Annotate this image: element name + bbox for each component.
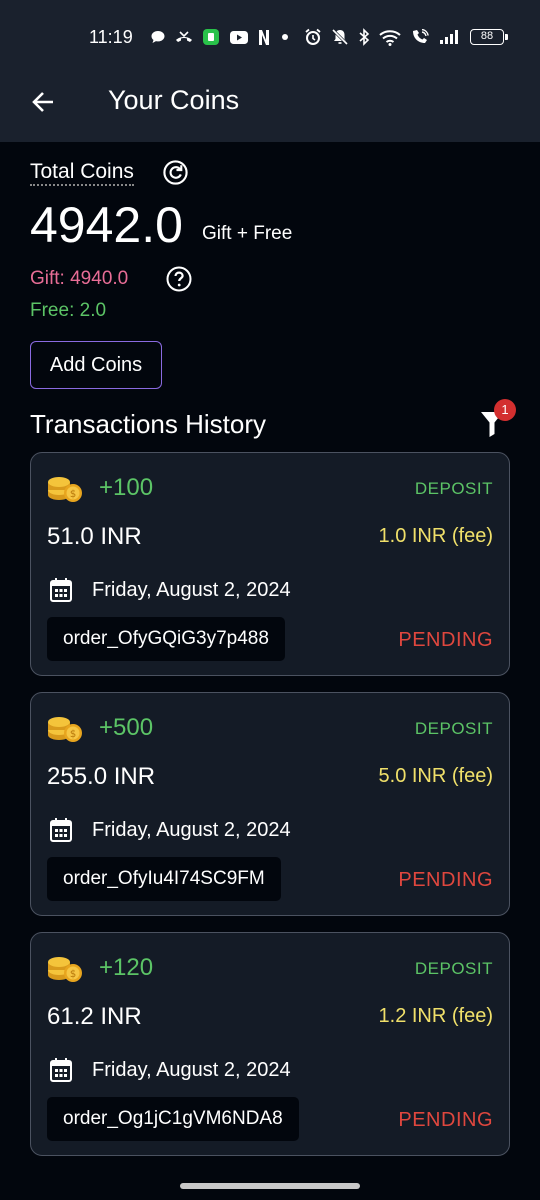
svg-text:$: $ — [70, 729, 76, 740]
fee-amount: 1.0 INR (fee) — [378, 525, 493, 547]
inr-amount: 51.0 INR — [47, 523, 142, 550]
gift-coins: Gift: 4940.0 — [30, 268, 129, 289]
bluetooth-icon — [359, 28, 370, 46]
youtube-icon — [230, 30, 248, 44]
fee-amount: 5.0 INR (fee) — [378, 765, 493, 787]
transaction-card[interactable]: $ +100 DEPOSIT 51.0 INR 1.0 INR (fee) Fr… — [30, 452, 510, 676]
add-coins-button[interactable]: Add Coins — [30, 341, 162, 389]
order-id: order_OfyIu4I74SC9FM — [47, 857, 281, 901]
transaction-date: Friday, August 2, 2024 — [92, 1059, 291, 1081]
page-title: Your Coins — [108, 85, 240, 115]
app-bar: Your Coins — [0, 72, 540, 142]
transaction-card[interactable]: $ +120 DEPOSIT 61.2 INR 1.2 INR (fee) Fr… — [30, 932, 510, 1156]
inr-amount: 255.0 INR — [47, 763, 156, 790]
coin-amount: +100 — [99, 474, 154, 501]
transaction-type: DEPOSIT — [414, 959, 493, 978]
coin-amount: +120 — [99, 954, 154, 981]
transaction-card[interactable]: $ +500 DEPOSIT 255.0 INR 5.0 INR (fee) F… — [30, 692, 510, 916]
alarm-icon — [305, 28, 321, 45]
mute-icon — [331, 28, 349, 46]
coins-icon: $ — [48, 717, 82, 742]
status-notification-icons — [150, 24, 291, 50]
order-id: order_Og1jC1gVM6NDA8 — [47, 1097, 299, 1141]
coins-icon: $ — [48, 477, 82, 502]
transaction-date: Friday, August 2, 2024 — [92, 579, 291, 601]
arrow-left-icon — [32, 92, 53, 112]
chat-bubble-icon — [151, 31, 165, 43]
coin-amount: +500 — [99, 714, 154, 741]
netflix-icon — [259, 29, 269, 45]
back-button[interactable] — [26, 85, 60, 119]
inr-amount: 61.2 INR — [47, 1003, 142, 1030]
filter-count-badge: 1 — [494, 399, 516, 421]
refresh-icon[interactable] — [162, 159, 189, 186]
wifi-icon — [379, 29, 401, 46]
status-time: 11:19 — [89, 27, 133, 47]
order-id: order_OfyGQiG3y7p488 — [47, 617, 285, 661]
status-badge: PENDING — [398, 869, 493, 891]
svg-text:$: $ — [70, 489, 76, 500]
total-coins-suffix: Gift + Free — [202, 223, 293, 244]
calendar-icon — [50, 818, 72, 842]
wifi-calling-icon — [413, 28, 429, 43]
status-bar: 11:19 88 — [0, 0, 540, 72]
battery-icon: 88 — [470, 29, 508, 45]
total-coins-label: Total Coins — [30, 160, 134, 186]
status-system-icons: 88 — [304, 24, 508, 50]
transactions-history-title: Transactions History — [30, 409, 266, 439]
missed-call-icon — [176, 31, 192, 42]
help-icon[interactable] — [166, 266, 192, 292]
calendar-icon — [50, 1058, 72, 1082]
dot-icon — [282, 34, 288, 40]
coins-icon: $ — [48, 957, 82, 982]
filter-button[interactable]: 1 — [476, 399, 520, 444]
svg-text:$: $ — [70, 969, 76, 980]
free-coins: Free: 2.0 — [30, 300, 107, 321]
transaction-type: DEPOSIT — [414, 479, 493, 498]
total-coins-value: 4942.0 — [30, 197, 183, 253]
app-notification-icon — [203, 29, 219, 45]
calendar-icon — [50, 578, 72, 602]
transaction-type: DEPOSIT — [414, 719, 493, 738]
home-indicator[interactable] — [180, 1183, 360, 1189]
transaction-date: Friday, August 2, 2024 — [92, 819, 291, 841]
status-badge: PENDING — [398, 1109, 493, 1131]
signal-icon — [440, 30, 458, 44]
fee-amount: 1.2 INR (fee) — [378, 1005, 493, 1027]
status-badge: PENDING — [398, 629, 493, 651]
